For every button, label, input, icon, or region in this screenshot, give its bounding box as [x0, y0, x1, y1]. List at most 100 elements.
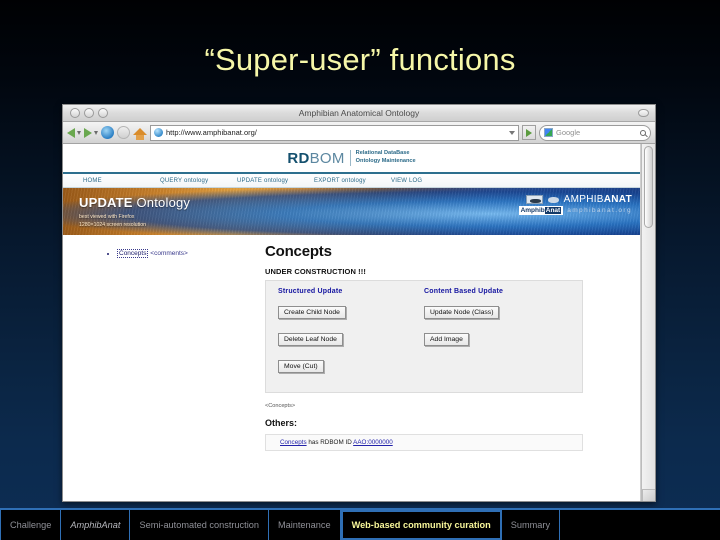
others-heading: Others: — [265, 418, 298, 428]
nav-label[interactable]: EXPORT ontology — [314, 178, 391, 184]
concepts-panel: Concepts UNDER CONSTRUCTION !!! Structur… — [265, 243, 583, 451]
nav-label[interactable]: QUERY ontology — [160, 178, 237, 184]
back-button[interactable] — [67, 127, 81, 138]
banner-title-bold: UPDATE — [79, 195, 133, 210]
browser-titlebar: Amphibian Anatomical Ontology — [63, 105, 655, 122]
go-arrow-icon — [526, 128, 532, 137]
nav-label[interactable]: HOME — [83, 178, 160, 184]
site-nav: HOME QUERY ontology UPDATE ontology EXPO… — [63, 174, 640, 188]
vertical-scrollbar[interactable] — [641, 144, 655, 501]
tree-node-label[interactable]: Concepts — [117, 248, 149, 258]
nav-item-update-ontology[interactable]: UPDATE ontology — [237, 178, 314, 184]
amphibanat-badge-row: AmphibAnat amphibanat.org — [518, 206, 632, 215]
rdbom-id-row: Concepts has RDBOM ID AAO:0000000 — [265, 434, 583, 451]
search-input[interactable]: Google — [539, 124, 651, 141]
page-content: Concepts <comments> Concepts UNDER CONST… — [63, 235, 640, 499]
banner-subtitle: best viewed with Firefox 1280×1024 scree… — [79, 214, 146, 230]
page-title: “Super-user” functions — [204, 42, 516, 77]
move-cut-button[interactable]: Move (Cut) — [278, 360, 324, 373]
frog-icon — [525, 195, 543, 204]
home-icon[interactable] — [133, 128, 147, 140]
content-based-update-heading: Content Based Update — [424, 288, 504, 295]
scrollbar-thumb[interactable] — [644, 146, 653, 228]
tree-node-comment: <comments> — [150, 249, 188, 257]
back-arrow-icon — [67, 127, 75, 138]
browser-toolbar: http://www.amphibanat.org/ Google — [63, 122, 655, 144]
nav-label[interactable]: VIEW LOG — [391, 178, 468, 184]
logo-light: BOM — [309, 149, 345, 167]
page-banner: UPDATE Ontology best viewed with Firefox… — [63, 188, 640, 235]
rdbom-id-link[interactable]: AAO:0000000 — [353, 439, 393, 446]
section-tab-maintenance[interactable]: Maintenance — [269, 510, 341, 540]
nav-item-home[interactable]: HOME — [83, 178, 160, 184]
update-actions-columns: Structured Update Create Child Node Dele… — [278, 288, 570, 382]
address-bar[interactable]: http://www.amphibanat.org/ — [150, 124, 519, 141]
chevron-down-icon[interactable] — [509, 130, 515, 135]
content-based-update-column: Content Based Update Update Node (Class)… — [424, 288, 570, 382]
nav-item-view-log[interactable]: VIEW LOG — [391, 178, 468, 184]
site-header: RDBOM Relational DataBase Ontology Maint… — [63, 144, 640, 174]
section-tab-summary[interactable]: Summary — [502, 510, 561, 540]
section-tab-challenge[interactable]: Challenge — [0, 510, 62, 540]
banner-title: UPDATE Ontology — [79, 195, 190, 210]
stop-icon[interactable] — [117, 126, 130, 139]
amphibanat-domain: amphibanat.org — [567, 207, 632, 214]
browser-viewport: RDBOM Relational DataBase Ontology Maint… — [63, 144, 655, 501]
brand-bold: ANAT — [603, 194, 632, 205]
brand-light: AMPHIB — [563, 194, 604, 205]
forward-button[interactable] — [84, 127, 98, 138]
slide-section-nav: Challenge AmphibAnat Semi-automated cons… — [0, 508, 720, 540]
amphibanat-badge: AmphibAnat — [518, 206, 564, 215]
create-child-node-button[interactable]: Create Child Node — [278, 306, 346, 319]
update-actions-box: Structured Update Create Child Node Dele… — [265, 280, 583, 393]
section-tab-web-based-community-curation[interactable]: Web-based community curation — [340, 510, 502, 540]
badge-right-text: Anat — [544, 207, 562, 214]
rdbom-tagline: Relational DataBase Ontology Maintenance — [349, 150, 416, 166]
nav-item-query-ontology[interactable]: QUERY ontology — [160, 178, 237, 184]
concepts-link[interactable]: Concepts — [280, 439, 307, 446]
web-page: RDBOM Relational DataBase Ontology Maint… — [63, 144, 641, 501]
logo-bold: RD — [287, 149, 310, 167]
section-tab-amphibanat[interactable]: AmphibAnat — [61, 510, 131, 540]
badge-left-text: Amphib — [520, 207, 545, 214]
tree-node-concepts[interactable]: Concepts <comments> — [117, 248, 188, 258]
amphibanat-logo-row: AMPHIBANAT — [525, 194, 632, 205]
section-tab-semi-automated-construction[interactable]: Semi-automated construction — [130, 510, 269, 540]
delete-leaf-node-button[interactable]: Delete Leaf Node — [278, 333, 343, 346]
browser-window: Amphibian Anatomical Ontology http://www… — [62, 104, 656, 502]
salamander-icon — [547, 195, 560, 205]
banner-subtitle-line-2: 1280×1024 screen resolution — [79, 221, 147, 228]
search-icon[interactable] — [640, 129, 646, 136]
resize-grip[interactable] — [642, 489, 655, 501]
chevron-down-icon — [77, 130, 81, 135]
panel-heading: Concepts — [265, 243, 332, 260]
reload-icon[interactable] — [101, 126, 114, 139]
rdbom-id-middle-text: has RDBOM ID — [306, 439, 354, 446]
amphibanat-wordmark: AMPHIBANAT — [564, 194, 632, 205]
url-text: http://www.amphibanat.org/ — [166, 128, 257, 137]
chevron-down-icon — [94, 130, 98, 135]
amphibanat-logo[interactable]: AMPHIBANAT AmphibAnat amphibanat.org — [518, 194, 632, 215]
ontology-tree: Concepts <comments> — [77, 248, 188, 258]
banner-subtitle-line-1: best viewed with Firefox — [79, 214, 135, 220]
under-construction-notice: UNDER CONSTRUCTION !!! — [265, 267, 366, 276]
google-icon — [544, 128, 553, 137]
tagline-line-2: Ontology Maintenance — [355, 158, 416, 164]
add-image-button[interactable]: Add Image — [424, 333, 469, 346]
toolbar-toggle-icon[interactable] — [638, 109, 649, 117]
banner-title-light: Ontology — [132, 195, 191, 210]
window-title: Amphibian Anatomical Ontology — [298, 107, 420, 118]
update-node-class-button[interactable]: Update Node (Class) — [424, 306, 500, 319]
forward-arrow-icon — [84, 127, 92, 138]
concepts-breadcrumb: <Concepts> — [265, 403, 296, 409]
structured-update-heading: Structured Update — [278, 288, 343, 295]
tagline-line-1: Relational DataBase — [355, 150, 410, 157]
rdbom-wordmark: RDBOM — [287, 150, 344, 167]
search-placeholder: Google — [556, 128, 581, 137]
go-button[interactable] — [522, 125, 536, 140]
nav-item-export-ontology[interactable]: EXPORT ontology — [314, 178, 391, 184]
structured-update-column: Structured Update Create Child Node Dele… — [278, 288, 424, 382]
nav-label[interactable]: UPDATE ontology — [237, 178, 314, 184]
rdbom-logo[interactable]: RDBOM Relational DataBase Ontology Maint… — [287, 150, 415, 167]
favicon-icon — [154, 128, 163, 137]
